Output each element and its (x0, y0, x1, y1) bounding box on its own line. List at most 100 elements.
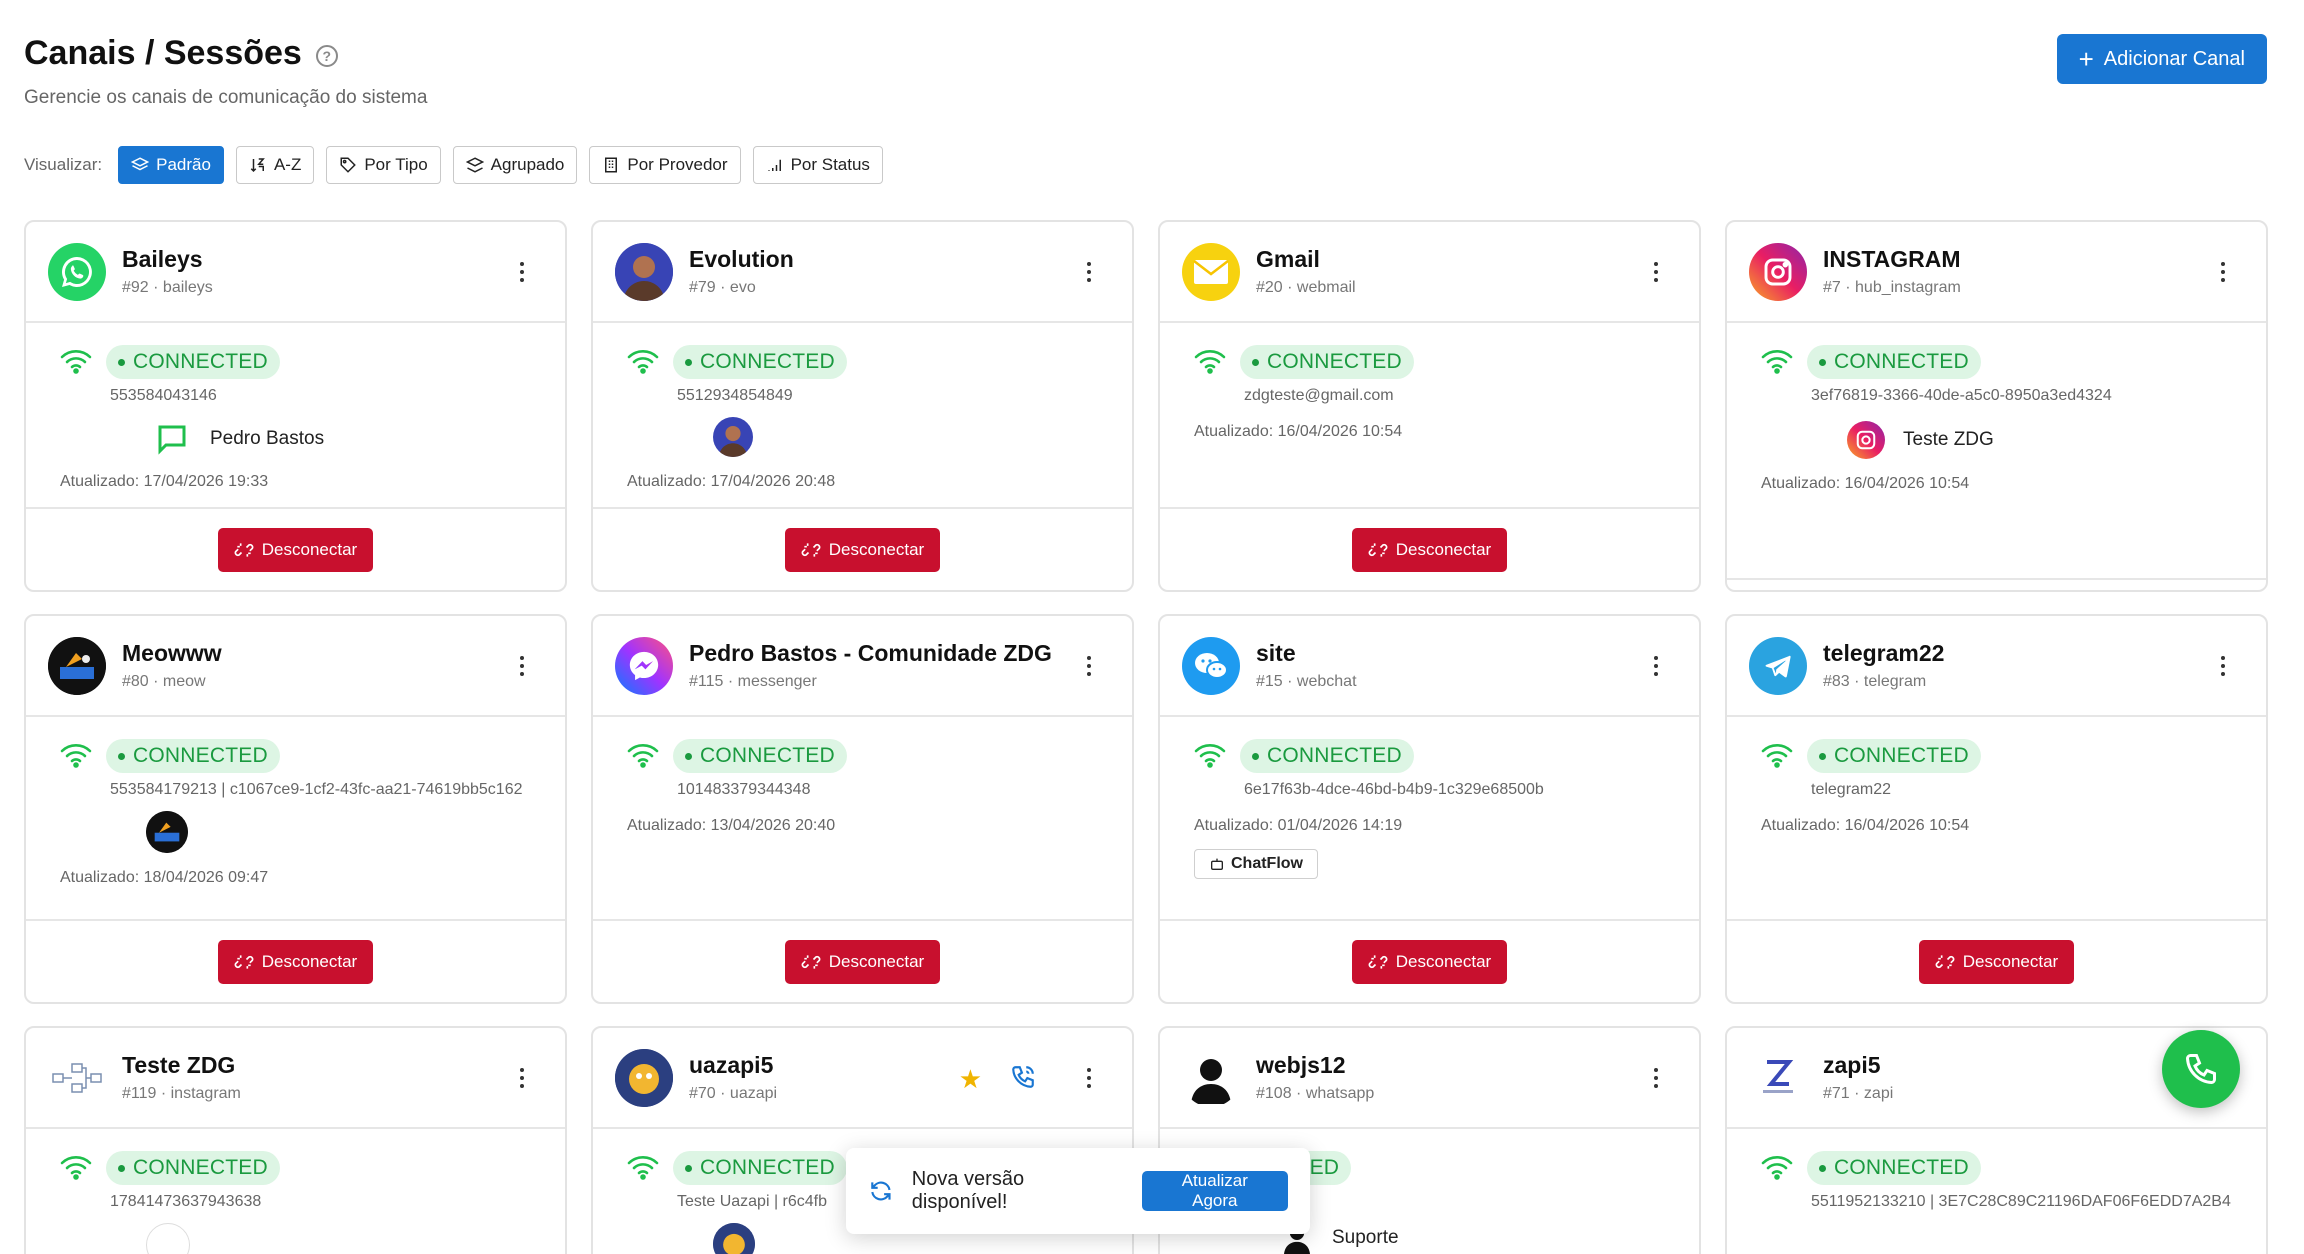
channel-card: Gmail #20 · webmail CONNECTED zdgteste@g… (1158, 220, 1701, 592)
view-provider-button[interactable]: Por Provedor (589, 146, 741, 184)
view-grouped-label: Agrupado (490, 155, 565, 174)
wifi-icon (60, 350, 92, 374)
more-vertical-icon[interactable] (519, 656, 525, 676)
channel-meta: #119 · instagram (122, 1085, 241, 1102)
status-text: CONNECTED (133, 350, 268, 373)
more-vertical-icon[interactable] (1653, 656, 1659, 676)
more-vertical-icon[interactable] (1086, 262, 1092, 282)
update-toast: Nova versão disponível! Atualizar Agora (846, 1148, 1310, 1234)
card-header: INSTAGRAM #7 · hub_instagram (1727, 222, 2266, 323)
disconnect-button[interactable]: Desconectar (217, 939, 374, 984)
more-vertical-icon[interactable] (519, 1068, 525, 1088)
more-vertical-icon[interactable] (1653, 262, 1659, 282)
channel-meta: #79 · evo (689, 279, 756, 296)
help-icon[interactable]: ? (315, 44, 338, 67)
disconnect-button[interactable]: Desconectar (1351, 939, 1508, 984)
wifi-icon (60, 1156, 92, 1180)
updated-timestamp: Atualizado: 01/04/2026 14:19 (1194, 817, 1403, 834)
channel-meta: #15 · webchat (1256, 673, 1357, 690)
card-header: telegram22 #83 · telegram (1727, 616, 2266, 717)
channel-name: Gmail (1256, 246, 1320, 272)
status-badge: CONNECTED (106, 739, 280, 773)
star-icon[interactable]: ★ (959, 1064, 982, 1095)
status-badge: CONNECTED (106, 345, 280, 379)
status-text: CONNECTED (1834, 350, 1969, 373)
wifi-icon (1194, 744, 1226, 768)
status-badge: CONNECTED (1807, 739, 1981, 773)
contact-row (146, 811, 565, 853)
more-vertical-icon[interactable] (1653, 1068, 1659, 1088)
signal-bars-icon (767, 159, 781, 171)
card-header: Evolution #79 · evo (593, 222, 1132, 323)
channel-meta: #115 · messenger (689, 673, 817, 690)
whatsapp-call-fab[interactable] (2162, 1030, 2240, 1108)
status-badge: CONNECTED (1807, 345, 1981, 379)
view-label: Visualizar: (24, 155, 103, 174)
disconnect-button[interactable]: Desconectar (784, 527, 941, 572)
channel-identifier: zdgteste@gmail.com (1244, 387, 1394, 404)
view-default-button[interactable]: Padrão (118, 146, 224, 184)
view-az-button[interactable]: A-Z (235, 146, 315, 184)
page-header: Canais / Sessões ? Gerencie os canais de… (24, 34, 427, 109)
add-channel-button[interactable]: + Adicionar Canal (2056, 34, 2267, 84)
disconnect-button[interactable]: Desconectar (217, 527, 374, 572)
card-header: site #15 · webchat (1160, 616, 1699, 717)
avatar (615, 1048, 673, 1107)
wifi-icon (1761, 1156, 1793, 1180)
disconnect-button[interactable]: Desconectar (1351, 527, 1508, 572)
phone-icon (2185, 1054, 2216, 1085)
wifi-icon (627, 1156, 659, 1180)
avatar (146, 1223, 190, 1254)
page-title: Canais / Sessões ? (24, 34, 427, 73)
page-title-text: Canais / Sessões (24, 34, 302, 72)
card-header: Pedro Bastos - Comunidade ZDG #115 · mes… (593, 616, 1132, 717)
plus-icon: + (2078, 44, 2094, 74)
view-az-label: A-Z (273, 155, 302, 174)
contact-name: Pedro Bastos (210, 428, 325, 449)
channel-name: INSTAGRAM (1823, 246, 1961, 272)
channel-identifier: 3ef76819-3366-40de-a5c0-8950a3ed4324 (1811, 387, 2112, 404)
sort-az-icon (250, 158, 265, 173)
wifi-icon (627, 350, 659, 374)
messenger-icon (615, 636, 673, 695)
more-vertical-icon[interactable] (1086, 656, 1092, 676)
more-vertical-icon[interactable] (2220, 262, 2226, 282)
phone-call-icon[interactable] (1010, 1064, 1036, 1090)
channel-meta: #92 · baileys (122, 279, 213, 296)
channel-name: Evolution (689, 246, 794, 272)
channel-meta: #83 · telegram (1823, 673, 1927, 690)
contact-name: Suporte (1332, 1227, 1399, 1248)
card-header: Meowww #80 · meow (26, 616, 565, 717)
disconnect-button[interactable]: Desconectar (1918, 939, 2075, 984)
disconnect-label: Desconectar (261, 539, 358, 559)
flow-tag: ChatFlow (1194, 849, 1318, 879)
contact-row: Pedro Bastos (152, 421, 565, 457)
contact-row (146, 1223, 565, 1254)
flow-diagram-icon (48, 1048, 106, 1107)
channel-identifier: telegram22 (1811, 781, 1892, 798)
disconnect-label: Desconectar (828, 539, 925, 559)
view-status-button[interactable]: Por Status (752, 146, 883, 184)
channel-card: Pedro Bastos - Comunidade ZDG #115 · mes… (591, 614, 1134, 1004)
disconnect-label: Desconectar (1395, 951, 1492, 971)
building-icon (605, 157, 618, 173)
disconnect-button[interactable]: Desconectar (784, 939, 941, 984)
disconnect-label: Desconectar (1962, 951, 2059, 971)
channel-identifier: 5511952133210 | 3E7C28C89C21196DAF06F6ED… (1811, 1193, 2231, 1210)
more-vertical-icon[interactable] (1086, 1068, 1092, 1088)
card-header: Gmail #20 · webmail (1160, 222, 1699, 323)
wifi-icon (1194, 350, 1226, 374)
user-silhouette-icon (1182, 1048, 1240, 1107)
avatar (48, 636, 106, 695)
view-type-button[interactable]: Por Tipo (326, 146, 441, 184)
channel-identifier: 553584179213 | c1067ce9-1cf2-43fc-aa21-7… (110, 781, 523, 798)
channel-name: uazapi5 (689, 1052, 774, 1078)
status-badge: CONNECTED (1807, 1151, 1981, 1185)
view-grouped-button[interactable]: Agrupado (452, 146, 578, 184)
status-text: CONNECTED (700, 1156, 835, 1179)
update-now-button[interactable]: Atualizar Agora (1141, 1171, 1288, 1211)
envelope-icon (1182, 242, 1240, 301)
more-vertical-icon[interactable] (2220, 656, 2226, 676)
more-vertical-icon[interactable] (519, 262, 525, 282)
channel-meta: #20 · webmail (1256, 279, 1356, 296)
